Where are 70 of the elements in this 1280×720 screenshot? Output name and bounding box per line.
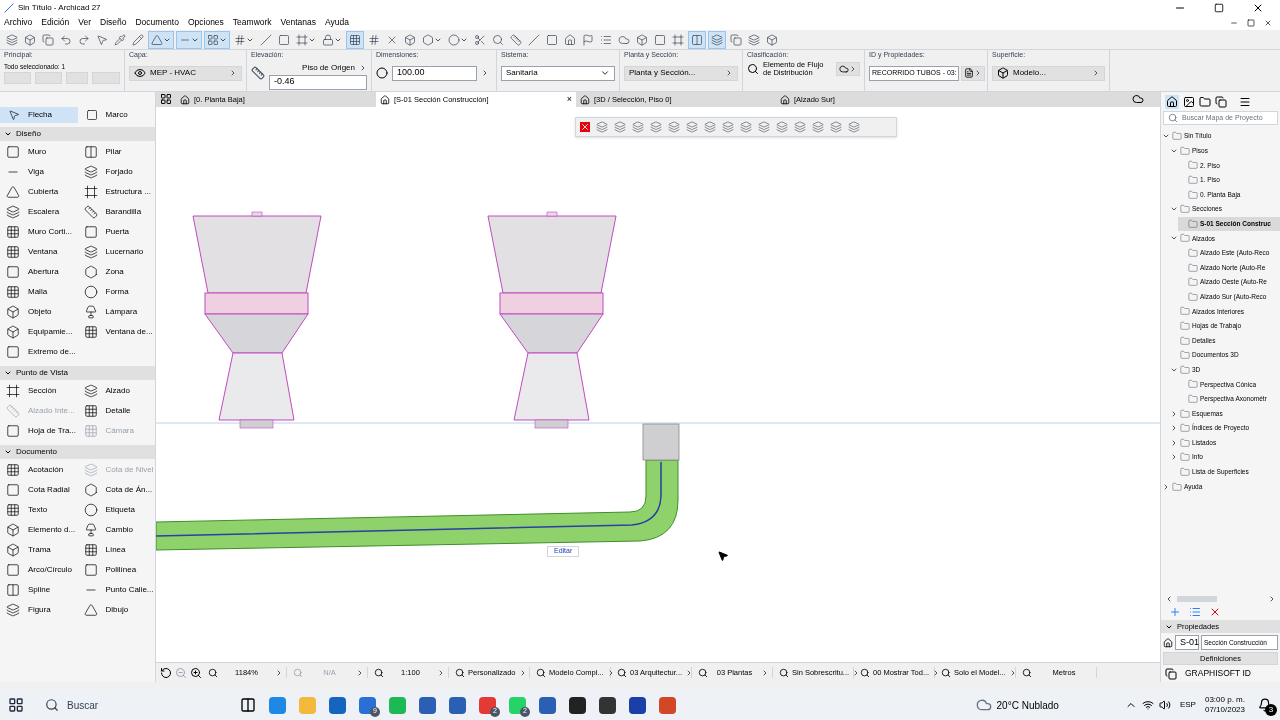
tool-item[interactable]: Estructura ...	[77, 182, 155, 202]
tool-item[interactable]: Muro Corti...	[0, 222, 78, 242]
dimension-field[interactable]: 100.00	[392, 65, 477, 81]
tool-item[interactable]: Texto	[0, 500, 78, 520]
tool-item[interactable]: Acotación	[0, 460, 78, 480]
group-header[interactable]: Documento	[0, 445, 155, 459]
menu-item[interactable]: Documento	[135, 16, 179, 29]
tool-item[interactable]: Elemento d...	[0, 520, 78, 540]
tool-item[interactable]: Cambio	[77, 520, 155, 540]
tool-item[interactable]: Pilar	[77, 142, 155, 162]
tool-item[interactable]: Cota de Án...	[77, 480, 155, 500]
tool-item[interactable]: Figura	[0, 600, 78, 620]
tool-item[interactable]: Extremo de...	[0, 342, 78, 362]
menu-item[interactable]: Ver	[78, 16, 91, 29]
group-header[interactable]: Punto de Vista	[0, 366, 155, 380]
tool-item[interactable]: Trama	[0, 540, 78, 560]
menu-item[interactable]: Diseño	[100, 16, 127, 29]
tool-item[interactable]: Zona	[77, 262, 155, 282]
reference-label: Piso de Origen	[302, 61, 355, 74]
tool-item[interactable]: Lucernario	[77, 242, 155, 262]
notification-badge: 3	[1265, 704, 1277, 716]
menu-item[interactable]: Ventanas	[280, 16, 317, 29]
tool-item[interactable]: Forjado	[77, 162, 155, 182]
tool-item[interactable]: Línea	[77, 540, 155, 560]
tool-item[interactable]: Etiqueta	[77, 500, 155, 520]
group-header[interactable]: Diseño	[0, 127, 155, 141]
tool-item[interactable]: Sección	[0, 381, 78, 401]
tool-item[interactable]: Lámpara	[77, 302, 155, 322]
weather-label[interactable]: 20°C Nublado	[996, 697, 1059, 713]
tool-item[interactable]: Flecha	[0, 107, 78, 123]
tool-item[interactable]: Equipamie...	[0, 322, 78, 342]
tool-item[interactable]: Viga	[0, 162, 78, 182]
elevation-field[interactable]: -0.46	[269, 74, 367, 90]
tool-item[interactable]: Forma	[77, 282, 155, 302]
tab-close[interactable]: ×	[566, 92, 572, 107]
tool-item[interactable]: Barandilla	[77, 202, 155, 222]
layer-dropdown[interactable]: MEP - HVAC	[129, 65, 242, 81]
tool-item[interactable]: Malla	[0, 282, 78, 302]
language-label[interactable]: ESP	[1179, 699, 1196, 711]
tool-item[interactable]: Punto Calie...	[77, 580, 155, 600]
tool-item[interactable]: Escalera	[0, 202, 78, 222]
window-title: Sin Título - Archicad 27	[18, 1, 102, 14]
menu-item[interactable]: Opciones	[187, 16, 224, 29]
tool-item[interactable]: Cota Radial	[0, 480, 78, 500]
tool-item[interactable]: Spline	[0, 580, 78, 600]
display-dropdown[interactable]: Planta y Sección...	[624, 65, 738, 81]
system-dropdown[interactable]: Sanitaria	[501, 65, 615, 81]
tool-item[interactable]: Detalle	[77, 401, 155, 421]
menu-item[interactable]: Ayuda	[325, 16, 349, 29]
tool-item[interactable]: Cubierta	[0, 182, 78, 202]
clock[interactable]: 03:00 p. m. 07/10/2023	[1204, 695, 1245, 715]
account-label[interactable]: GRAPHISOFT ID	[1185, 667, 1251, 680]
taskbar-search[interactable]: Buscar	[37, 693, 227, 717]
id-field[interactable]: S-01	[1175, 635, 1199, 650]
tool-item[interactable]: Hoja de Tra...	[0, 421, 78, 441]
menu-item[interactable]: Teamwork	[232, 16, 272, 29]
tool-item[interactable]: Muro	[0, 142, 78, 162]
tool-item[interactable]: Marco	[77, 107, 155, 123]
surface-dropdown[interactable]: Modelo...	[992, 65, 1105, 81]
tool-item[interactable]: Alzado	[77, 381, 155, 401]
tool-item[interactable]: Polilínea	[77, 560, 155, 580]
tool-item[interactable]: Arco/Círculo	[0, 560, 78, 580]
tool-item[interactable]: Puerta	[77, 222, 155, 242]
tool-item[interactable]: Ventana	[0, 242, 78, 262]
menu-item[interactable]: Edición	[41, 16, 70, 29]
tool-item[interactable]: Abertura	[0, 262, 78, 282]
tool-item[interactable]: Ventana de...	[77, 322, 155, 342]
menu-item[interactable]: Archivo	[4, 16, 33, 29]
tool-item[interactable]: Dibujo	[77, 600, 155, 620]
tool-item[interactable]: Objeto	[0, 302, 78, 322]
